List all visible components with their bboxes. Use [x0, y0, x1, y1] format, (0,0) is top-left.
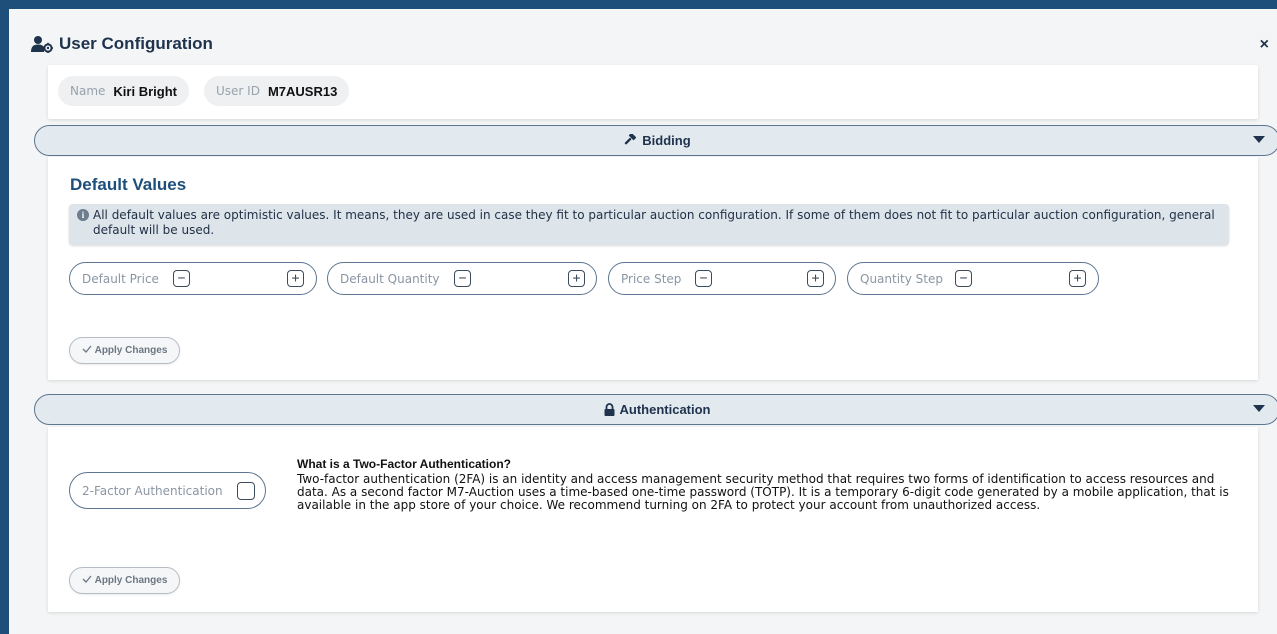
apply-changes-label: Apply Changes [94, 575, 168, 586]
check-icon [82, 345, 92, 356]
authentication-apply-changes-button[interactable]: Apply Changes [69, 567, 180, 594]
two-factor-checkbox[interactable] [237, 482, 255, 500]
two-factor-toggle[interactable]: 2-Factor Authentication [69, 472, 266, 509]
quantity-step-stepper[interactable]: Quantity Step − + [847, 262, 1099, 295]
user-info-card: Name Kiri Bright User ID M7AUSR13 [48, 65, 1258, 119]
bidding-panel: Default Values i All default values are … [48, 157, 1258, 380]
close-button[interactable]: × [1260, 36, 1269, 54]
two-factor-description: What is a Two-Factor Authentication? Two… [297, 458, 1242, 512]
default-quantity-stepper[interactable]: Default Quantity − + [327, 262, 597, 295]
quantity-step-increment-button[interactable]: + [1069, 270, 1086, 287]
default-quantity-label: Default Quantity [340, 272, 440, 286]
user-id-label: User ID [216, 84, 260, 98]
two-factor-description-text: Two-factor authentication (2FA) is an id… [297, 472, 1229, 512]
price-step-stepper[interactable]: Price Step − + [608, 262, 836, 295]
user-id-value: M7AUSR13 [267, 83, 338, 99]
user-gear-icon [31, 36, 53, 53]
bidding-section-header[interactable]: Bidding [34, 125, 1277, 156]
chevron-down-icon [1253, 405, 1265, 412]
check-icon [82, 575, 92, 586]
default-price-label: Default Price [82, 272, 159, 286]
default-values-title: Default Values [70, 175, 187, 194]
default-price-stepper[interactable]: Default Price − + [69, 262, 317, 295]
price-step-decrement-button[interactable]: − [695, 270, 712, 287]
dialog-title: User Configuration [31, 34, 213, 54]
apply-changes-label: Apply Changes [94, 345, 168, 356]
authentication-header-label: Authentication [619, 402, 711, 417]
user-name-pill: Name Kiri Bright [58, 76, 189, 106]
default-quantity-decrement-button[interactable]: − [454, 270, 471, 287]
authentication-panel: 2-Factor Authentication What is a Two-Fa… [48, 427, 1258, 612]
lock-icon [604, 403, 615, 416]
bidding-apply-changes-button[interactable]: Apply Changes [69, 337, 180, 364]
quantity-step-label: Quantity Step [860, 272, 943, 286]
default-values-info: i All default values are optimistic valu… [69, 204, 1229, 245]
name-label: Name [70, 84, 106, 98]
two-factor-label: 2-Factor Authentication [82, 484, 223, 498]
default-quantity-increment-button[interactable]: + [568, 270, 585, 287]
user-id-pill: User ID M7AUSR13 [204, 76, 350, 106]
quantity-step-decrement-button[interactable]: − [955, 270, 972, 287]
name-value: Kiri Bright [113, 83, 177, 99]
dialog-title-text: User Configuration [59, 34, 213, 53]
price-step-increment-button[interactable]: + [807, 270, 824, 287]
default-price-decrement-button[interactable]: − [173, 270, 190, 287]
authentication-section-header[interactable]: Authentication [34, 394, 1277, 425]
gavel-icon [623, 134, 637, 147]
user-configuration-dialog: User Configuration × Name Kiri Bright Us… [9, 9, 1277, 634]
bidding-header-label: Bidding [642, 133, 691, 148]
info-text: All default values are optimistic values… [93, 208, 1215, 237]
info-icon: i [77, 209, 89, 221]
two-factor-heading: What is a Two-Factor Authentication? [297, 457, 511, 471]
chevron-down-icon [1253, 136, 1265, 143]
price-step-label: Price Step [621, 272, 682, 286]
dialog-header: User Configuration × [9, 9, 1277, 63]
default-price-increment-button[interactable]: + [287, 270, 304, 287]
